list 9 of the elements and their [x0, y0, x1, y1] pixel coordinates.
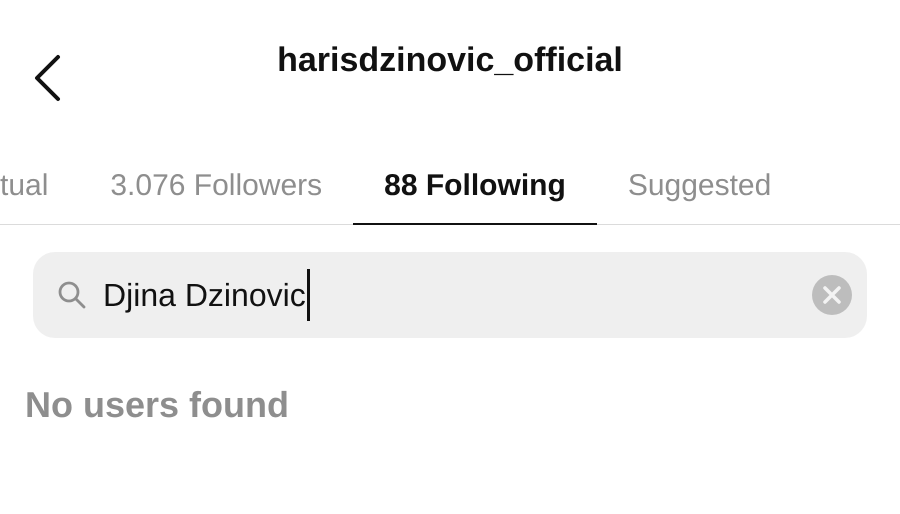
search-field[interactable]: Djina Dzinovic — [33, 252, 867, 338]
profile-username: harisdzinovic_official — [277, 40, 623, 81]
tab[interactable]: 88 Following — [353, 152, 597, 225]
empty-result-message: No users found — [25, 384, 290, 426]
tab[interactable]: tual — [0, 152, 80, 225]
search-icon — [57, 280, 87, 310]
tab[interactable]: Suggested — [596, 152, 802, 225]
tab[interactable]: 3.076 Followers — [79, 152, 354, 225]
back-icon[interactable] — [32, 54, 62, 102]
